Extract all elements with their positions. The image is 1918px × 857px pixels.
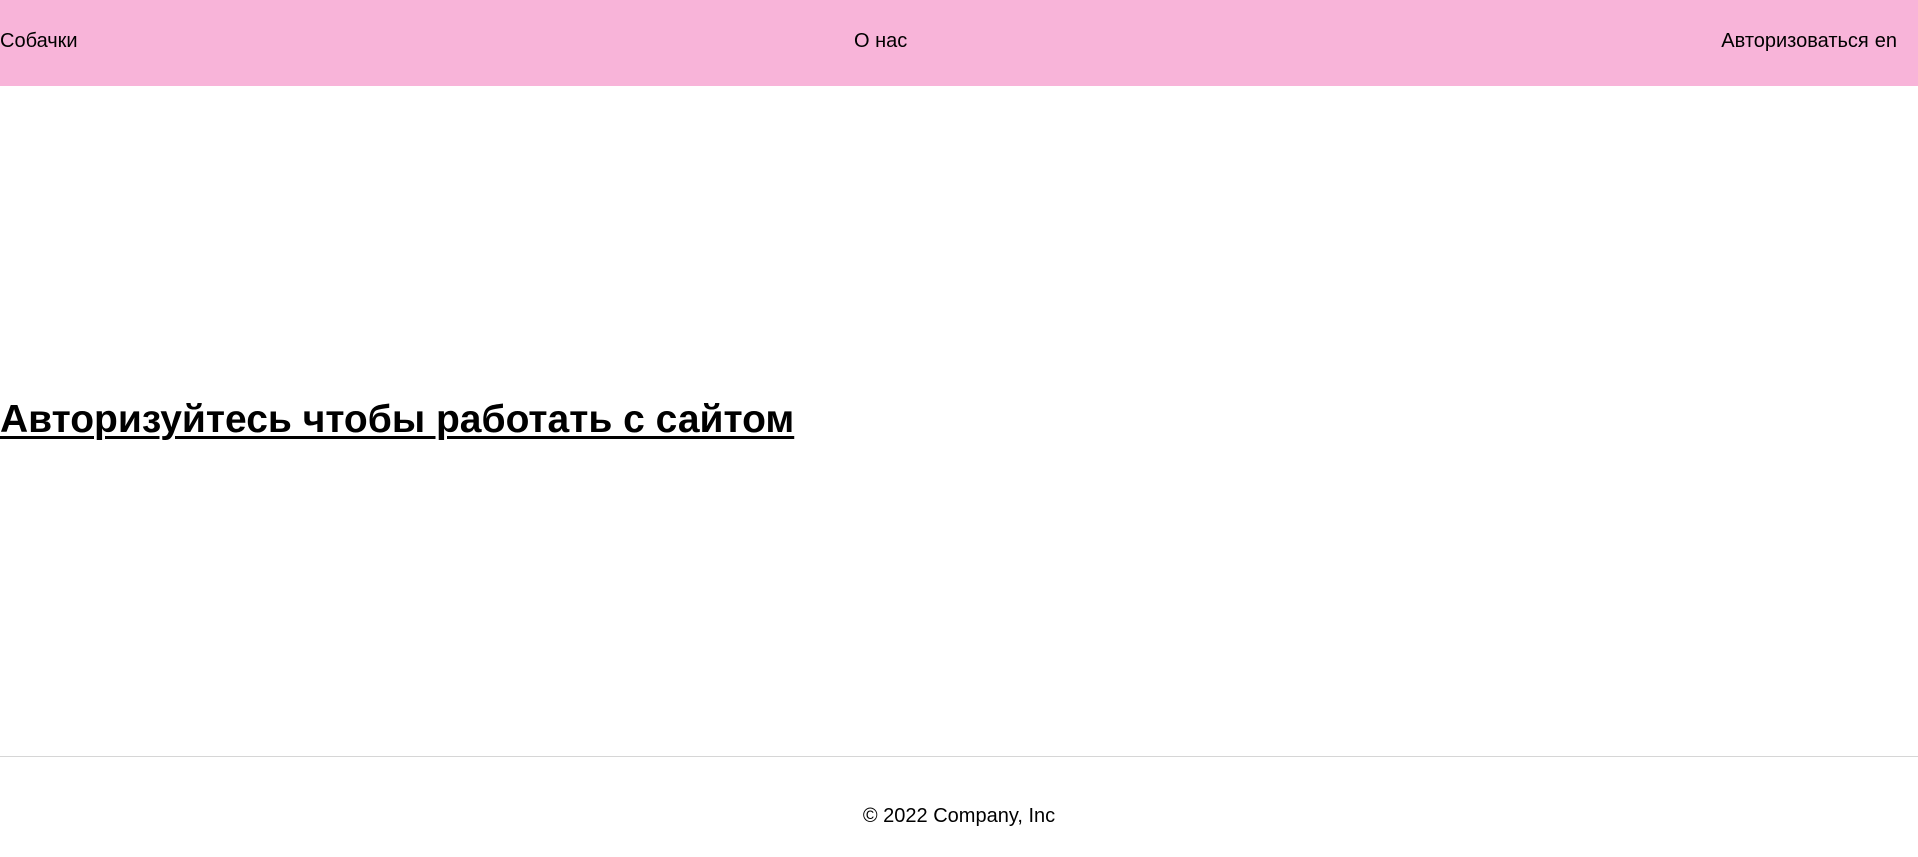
brand-link[interactable]: Собачки [0, 29, 78, 53]
login-prompt-heading: Авторизуйтесь чтобы работать с сайтом [0, 396, 794, 444]
top-navbar: Собачки О нас Авторизоваться en [0, 0, 1918, 86]
login-prompt-link[interactable]: Авторизуйтесь чтобы работать с сайтом [0, 398, 794, 441]
navbar-right-group: Авторизоваться en [1721, 29, 1897, 53]
language-switch-link[interactable]: en [1875, 29, 1897, 53]
footer-divider [0, 756, 1918, 757]
about-link[interactable]: О нас [854, 29, 907, 53]
page: Собачки О нас Авторизоваться en Авторизу… [0, 0, 1918, 857]
footer-copyright: © 2022 Company, Inc [862, 805, 1056, 827]
login-link[interactable]: Авторизоваться [1721, 29, 1868, 53]
